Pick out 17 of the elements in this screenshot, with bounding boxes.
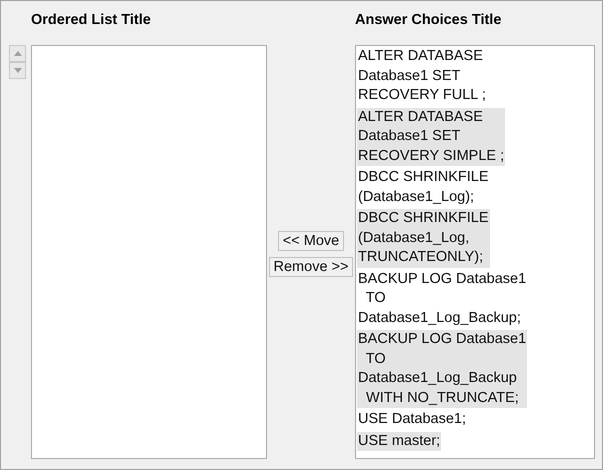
move-button[interactable]: Remove >> [268,257,354,277]
list-title: Ordered List Title [30,11,152,30]
move-up-button[interactable] [9,45,26,62]
list-item[interactable]: BACKUP LOG Database1 TO Database1_Log_Backup; [357,270,528,328]
up-arrow-icon [14,51,22,56]
move-down-button[interactable] [9,62,26,79]
list-item[interactable]: USE Database1; [357,410,468,430]
list-item[interactable]: BACKUP LOG Database1 TO Database1_Log_Backup WITH NO_TRUNCATE; [357,330,528,408]
answer-choices-box[interactable] [355,45,595,459]
list-title: Answer Choices Title [355,11,502,30]
list-item[interactable]: ALTER DATABASE Database1 SET RECOVERY SIMPLE ; [357,108,506,166]
down-arrow-icon [14,68,22,73]
list-item[interactable]: DBCC SHRINKFILE (Database1_Log, TRUNCATEONLY); [357,209,490,268]
move-button[interactable]: << Move [278,231,344,251]
list-item[interactable]: DBCC SHRINKFILE (Database1_Log); [357,168,490,207]
list-item[interactable]: USE master; [357,432,442,451]
list-item[interactable]: ALTER DATABASE Database1 SET RECOVERY FULL ; [357,47,487,106]
